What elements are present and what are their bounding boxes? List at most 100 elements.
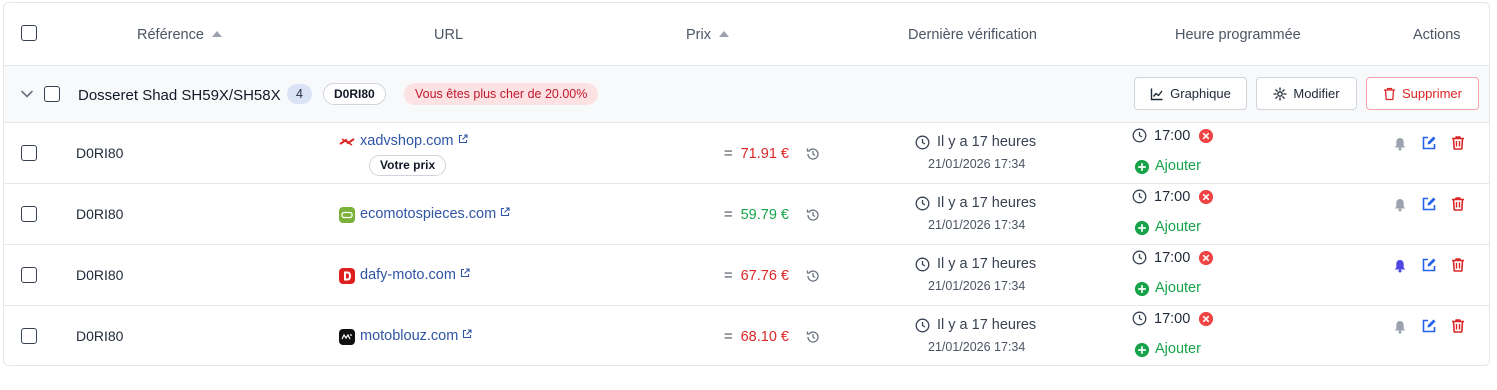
select-all-checkbox[interactable] — [21, 25, 37, 41]
col-last-check: Dernière vérification — [908, 27, 1037, 43]
clock-icon — [915, 135, 930, 150]
equal-icon: = — [723, 206, 733, 223]
clock-icon — [1132, 250, 1147, 265]
bell-active-icon[interactable] — [1392, 258, 1408, 274]
site-link[interactable]: dafy-moto.com — [360, 267, 470, 283]
plus-circle-icon — [1135, 160, 1149, 174]
add-time-link[interactable]: Ajouter — [1155, 280, 1201, 296]
edit-icon[interactable] — [1421, 318, 1437, 334]
trash-icon[interactable] — [1450, 318, 1466, 334]
scheduled-time: 17:00 — [1154, 311, 1191, 327]
plus-circle-icon — [1135, 343, 1149, 357]
row-reference: D0RI80 — [76, 328, 124, 344]
gear-icon — [1273, 86, 1288, 101]
table-row: D0RI80 dafy-moto.com = 67.76 € Il y a 17 … — [4, 245, 1489, 306]
remove-time-icon[interactable] — [1199, 190, 1213, 204]
delete-button[interactable]: Supprimer — [1366, 77, 1479, 110]
chevron-down-icon[interactable] — [20, 87, 34, 101]
equal-icon: = — [723, 145, 733, 162]
col-actions: Actions — [1413, 27, 1461, 43]
history-icon[interactable] — [805, 207, 821, 223]
col-reference[interactable]: Référence — [137, 27, 222, 43]
scheduled-time: 17:00 — [1154, 189, 1191, 205]
scheduled-time: 17:00 — [1154, 250, 1191, 266]
table-row: D0RI80 ecomotospieces.com = 59.79 € Il y … — [4, 184, 1489, 245]
col-reference-label: Référence — [137, 27, 204, 43]
external-link-icon — [501, 207, 510, 217]
trash-icon[interactable] — [1450, 135, 1466, 151]
row-checkbox[interactable] — [21, 267, 37, 283]
price-value: 67.76 € — [740, 268, 789, 284]
remove-time-icon[interactable] — [1199, 129, 1213, 143]
price-cell: = 59.79 € — [724, 206, 789, 223]
your-price-badge: Votre prix — [369, 155, 447, 176]
price-cell: = 67.76 € — [724, 267, 789, 284]
site-link[interactable]: ecomotospieces.com — [360, 206, 510, 222]
table-row: D0RI80 xadvshop.com Votre prix = 71.91 € … — [4, 123, 1489, 184]
row-checkbox[interactable] — [21, 328, 37, 344]
external-link-icon — [460, 268, 470, 278]
site-link-label: dafy-moto.com — [360, 267, 456, 283]
delete-button-label: Supprimer — [1402, 86, 1462, 101]
clock-icon — [1132, 311, 1147, 326]
bell-icon[interactable] — [1392, 136, 1408, 152]
trash-icon[interactable] — [1450, 257, 1466, 273]
edit-button[interactable]: Modifier — [1256, 77, 1357, 110]
last-check-ago: Il y a 17 heures — [937, 134, 1037, 150]
ref-badge: D0RI80 — [323, 83, 386, 105]
row-checkbox[interactable] — [21, 145, 37, 161]
edit-button-label: Modifier — [1293, 86, 1340, 101]
trash-icon[interactable] — [1450, 196, 1466, 212]
col-price-label: Prix — [686, 27, 711, 43]
scheduled-time: 17:00 — [1154, 128, 1191, 144]
add-time-link[interactable]: Ajouter — [1155, 158, 1201, 174]
equal-icon: = — [723, 267, 733, 284]
edit-icon[interactable] — [1421, 196, 1437, 212]
plus-circle-icon — [1135, 282, 1149, 296]
bell-icon[interactable] — [1392, 197, 1408, 213]
sort-asc-icon — [211, 31, 222, 37]
dafy-logo-icon — [339, 268, 355, 284]
table-header: Référence URL Prix Dernière vérification… — [4, 3, 1489, 66]
edit-icon[interactable] — [1421, 257, 1437, 273]
plus-circle-icon — [1135, 221, 1149, 235]
add-time-link[interactable]: Ajouter — [1155, 219, 1201, 235]
add-time-link[interactable]: Ajouter — [1155, 341, 1201, 357]
clock-icon — [915, 196, 930, 211]
edit-icon[interactable] — [1421, 135, 1437, 151]
remove-time-icon[interactable] — [1199, 312, 1213, 326]
bell-icon[interactable] — [1392, 319, 1408, 335]
chart-button[interactable]: Graphique — [1134, 77, 1247, 110]
table-row: D0RI80 motoblouz.com = 68.10 € Il y a 17 … — [4, 306, 1489, 365]
last-check-ago: Il y a 17 heures — [937, 317, 1037, 333]
row-reference: D0RI80 — [76, 206, 124, 222]
sort-asc-icon — [718, 31, 729, 37]
group-row: Dosseret Shad SH59X/SH58X 4 D0RI80 Vous … — [4, 66, 1489, 123]
chart-line-icon — [1150, 88, 1163, 100]
price-cell: = 71.91 € — [724, 145, 789, 162]
row-reference: D0RI80 — [76, 267, 124, 283]
clock-icon — [915, 257, 930, 272]
last-check-date: 21/01/2026 17:34 — [928, 157, 1026, 171]
history-icon[interactable] — [805, 268, 821, 284]
price-table: Référence URL Prix Dernière vérification… — [3, 2, 1490, 366]
group-checkbox[interactable] — [44, 86, 60, 102]
row-checkbox[interactable] — [21, 206, 37, 222]
last-check-ago: Il y a 17 heures — [937, 195, 1037, 211]
price-value: 59.79 € — [740, 207, 789, 223]
price-cell: = 68.10 € — [724, 328, 789, 345]
history-icon[interactable] — [805, 146, 821, 162]
last-check-date: 21/01/2026 17:34 — [928, 279, 1026, 293]
remove-time-icon[interactable] — [1199, 251, 1213, 265]
col-price[interactable]: Prix — [686, 27, 729, 43]
price-value: 71.91 € — [740, 146, 789, 162]
trash-icon — [1384, 87, 1396, 100]
equal-icon: = — [723, 328, 733, 345]
site-link[interactable]: xadvshop.com — [360, 133, 468, 149]
motoblouz-logo-icon — [339, 329, 355, 345]
col-url: URL — [434, 27, 464, 43]
site-link[interactable]: motoblouz.com — [360, 328, 472, 344]
history-icon[interactable] — [805, 329, 821, 345]
last-check-date: 21/01/2026 17:34 — [928, 218, 1026, 232]
site-link-label: ecomotospieces.com — [360, 206, 497, 222]
